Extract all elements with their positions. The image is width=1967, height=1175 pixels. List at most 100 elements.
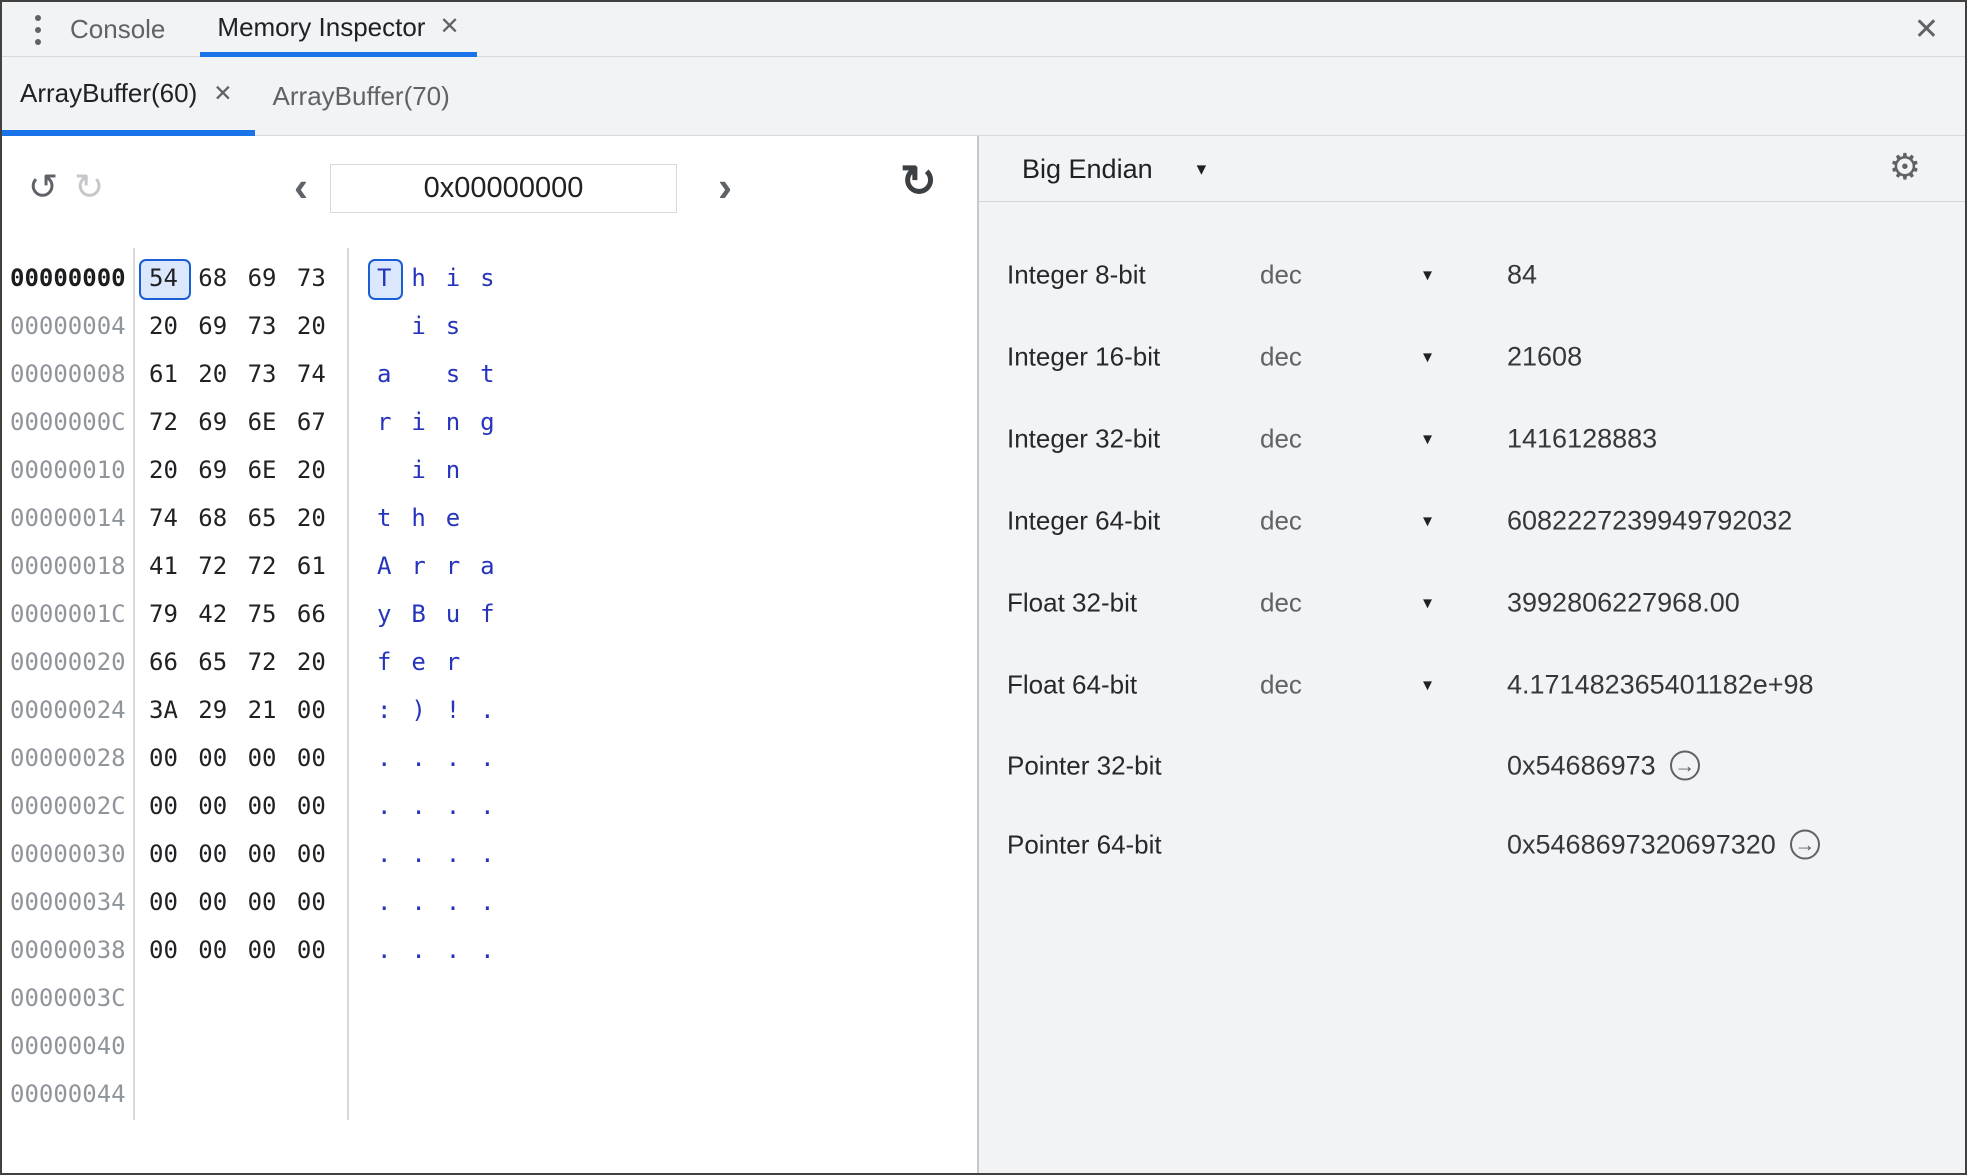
buffer-tab[interactable]: ArrayBuffer(70)	[255, 57, 472, 136]
byte-cell[interactable]: 73	[248, 302, 297, 350]
byte-cell[interactable]: 00	[149, 782, 198, 830]
ascii-cell[interactable]: i	[436, 254, 470, 302]
ascii-cell[interactable]: s	[436, 350, 470, 398]
byte-cell[interactable]: 72	[198, 542, 247, 590]
ascii-cell[interactable]	[470, 638, 504, 686]
byte-cell[interactable]: 67	[297, 398, 346, 446]
ascii-cell[interactable]: r	[436, 638, 470, 686]
byte-cell[interactable]: 20	[149, 302, 198, 350]
endianness-select[interactable]: Big Endian ▾	[1022, 136, 1206, 202]
ascii-cell[interactable]	[470, 494, 504, 542]
ascii-cell[interactable]: i	[401, 302, 435, 350]
byte-cell[interactable]: 00	[297, 878, 346, 926]
byte-cell[interactable]: 61	[297, 542, 346, 590]
ascii-cell[interactable]: B	[401, 590, 435, 638]
ascii-cell[interactable]: .	[470, 686, 504, 734]
ascii-cell[interactable]: .	[367, 830, 401, 878]
ascii-cell[interactable]: h	[401, 254, 435, 302]
ascii-cell[interactable]: r	[436, 542, 470, 590]
ascii-cell[interactable]: .	[436, 830, 470, 878]
byte-cell[interactable]: 00	[248, 830, 297, 878]
ascii-cell[interactable]: .	[401, 734, 435, 782]
ascii-cell[interactable]: e	[401, 638, 435, 686]
ascii-cell[interactable]	[367, 302, 401, 350]
ascii-cell[interactable]: i	[401, 446, 435, 494]
ascii-cell[interactable]: u	[436, 590, 470, 638]
byte-cell[interactable]: 54	[138, 254, 198, 302]
ascii-cell[interactable]: .	[436, 782, 470, 830]
byte-cell[interactable]: 00	[248, 926, 297, 974]
byte-cell[interactable]: 21	[248, 686, 297, 734]
ascii-cell[interactable]: .	[401, 830, 435, 878]
ascii-cell[interactable]: f	[470, 590, 504, 638]
ascii-cell[interactable]: g	[470, 398, 504, 446]
byte-cell[interactable]: 20	[297, 494, 346, 542]
ascii-cell[interactable]: :	[367, 686, 401, 734]
byte-cell[interactable]: 72	[149, 398, 198, 446]
byte-cell[interactable]: 20	[297, 446, 346, 494]
ascii-cell[interactable]: .	[401, 926, 435, 974]
byte-cell[interactable]: 20	[297, 638, 346, 686]
ascii-cell[interactable]: r	[401, 542, 435, 590]
byte-cell[interactable]: 68	[198, 254, 247, 302]
byte-cell[interactable]: 20	[198, 350, 247, 398]
ascii-cell[interactable]: .	[470, 878, 504, 926]
byte-cell[interactable]: 00	[248, 734, 297, 782]
tab-console[interactable]: Console	[70, 2, 165, 57]
byte-cell[interactable]: 00	[297, 926, 346, 974]
byte-cell[interactable]: 00	[198, 830, 247, 878]
byte-cell[interactable]: 00	[248, 782, 297, 830]
kebab-menu-icon[interactable]	[28, 15, 48, 45]
ascii-cell[interactable]: .	[401, 782, 435, 830]
ascii-cell[interactable]	[367, 446, 401, 494]
ascii-cell[interactable]: T	[367, 254, 404, 302]
byte-cell[interactable]: 29	[198, 686, 247, 734]
byte-cell[interactable]: 00	[149, 878, 198, 926]
ascii-cell[interactable]: .	[367, 926, 401, 974]
byte-cell[interactable]: 72	[248, 542, 297, 590]
byte-cell[interactable]: 00	[149, 926, 198, 974]
ascii-cell[interactable]: .	[470, 830, 504, 878]
format-select[interactable]: dec ▾	[1260, 260, 1432, 291]
byte-cell[interactable]: 00	[198, 878, 247, 926]
ascii-cell[interactable]: e	[436, 494, 470, 542]
gear-icon[interactable]: ⚙	[1889, 149, 1921, 185]
ascii-cell[interactable]: .	[470, 734, 504, 782]
ascii-cell[interactable]: f	[367, 638, 401, 686]
byte-cell[interactable]: 74	[297, 350, 346, 398]
ascii-cell[interactable]: t	[367, 494, 401, 542]
ascii-cell[interactable]: .	[436, 878, 470, 926]
refresh-icon[interactable]: ↻	[900, 160, 937, 204]
byte-cell[interactable]: 00	[297, 734, 346, 782]
ascii-cell[interactable]: h	[401, 494, 435, 542]
byte-cell[interactable]: 00	[248, 878, 297, 926]
ascii-cell[interactable]: .	[401, 878, 435, 926]
ascii-cell[interactable]	[401, 350, 435, 398]
byte-cell[interactable]: 00	[149, 734, 198, 782]
byte-cell[interactable]: 00	[198, 926, 247, 974]
byte-cell[interactable]: 00	[198, 782, 247, 830]
ascii-cell[interactable]: s	[470, 254, 504, 302]
byte-cell[interactable]: 41	[149, 542, 198, 590]
ascii-cell[interactable]: t	[470, 350, 504, 398]
ascii-cell[interactable]: .	[367, 878, 401, 926]
byte-cell[interactable]: 72	[248, 638, 297, 686]
byte-cell[interactable]: 69	[198, 446, 247, 494]
byte-cell[interactable]: 69	[248, 254, 297, 302]
ascii-cell[interactable]: s	[436, 302, 470, 350]
format-select[interactable]: dec ▾	[1260, 506, 1432, 537]
byte-cell[interactable]: 75	[248, 590, 297, 638]
format-select[interactable]: dec ▾	[1260, 670, 1432, 701]
byte-cell[interactable]: 00	[297, 686, 346, 734]
byte-cell[interactable]: 73	[248, 350, 297, 398]
ascii-cell[interactable]: .	[470, 782, 504, 830]
byte-cell[interactable]: 20	[297, 302, 346, 350]
ascii-cell[interactable]: r	[367, 398, 401, 446]
chevron-right-icon[interactable]: ›	[718, 166, 732, 208]
byte-cell[interactable]: 65	[248, 494, 297, 542]
format-select[interactable]: dec ▾	[1260, 588, 1432, 619]
format-select[interactable]: dec ▾	[1260, 342, 1432, 373]
ascii-cell[interactable]	[470, 446, 504, 494]
close-icon[interactable]: ✕	[213, 82, 232, 105]
ascii-cell[interactable]: .	[436, 926, 470, 974]
